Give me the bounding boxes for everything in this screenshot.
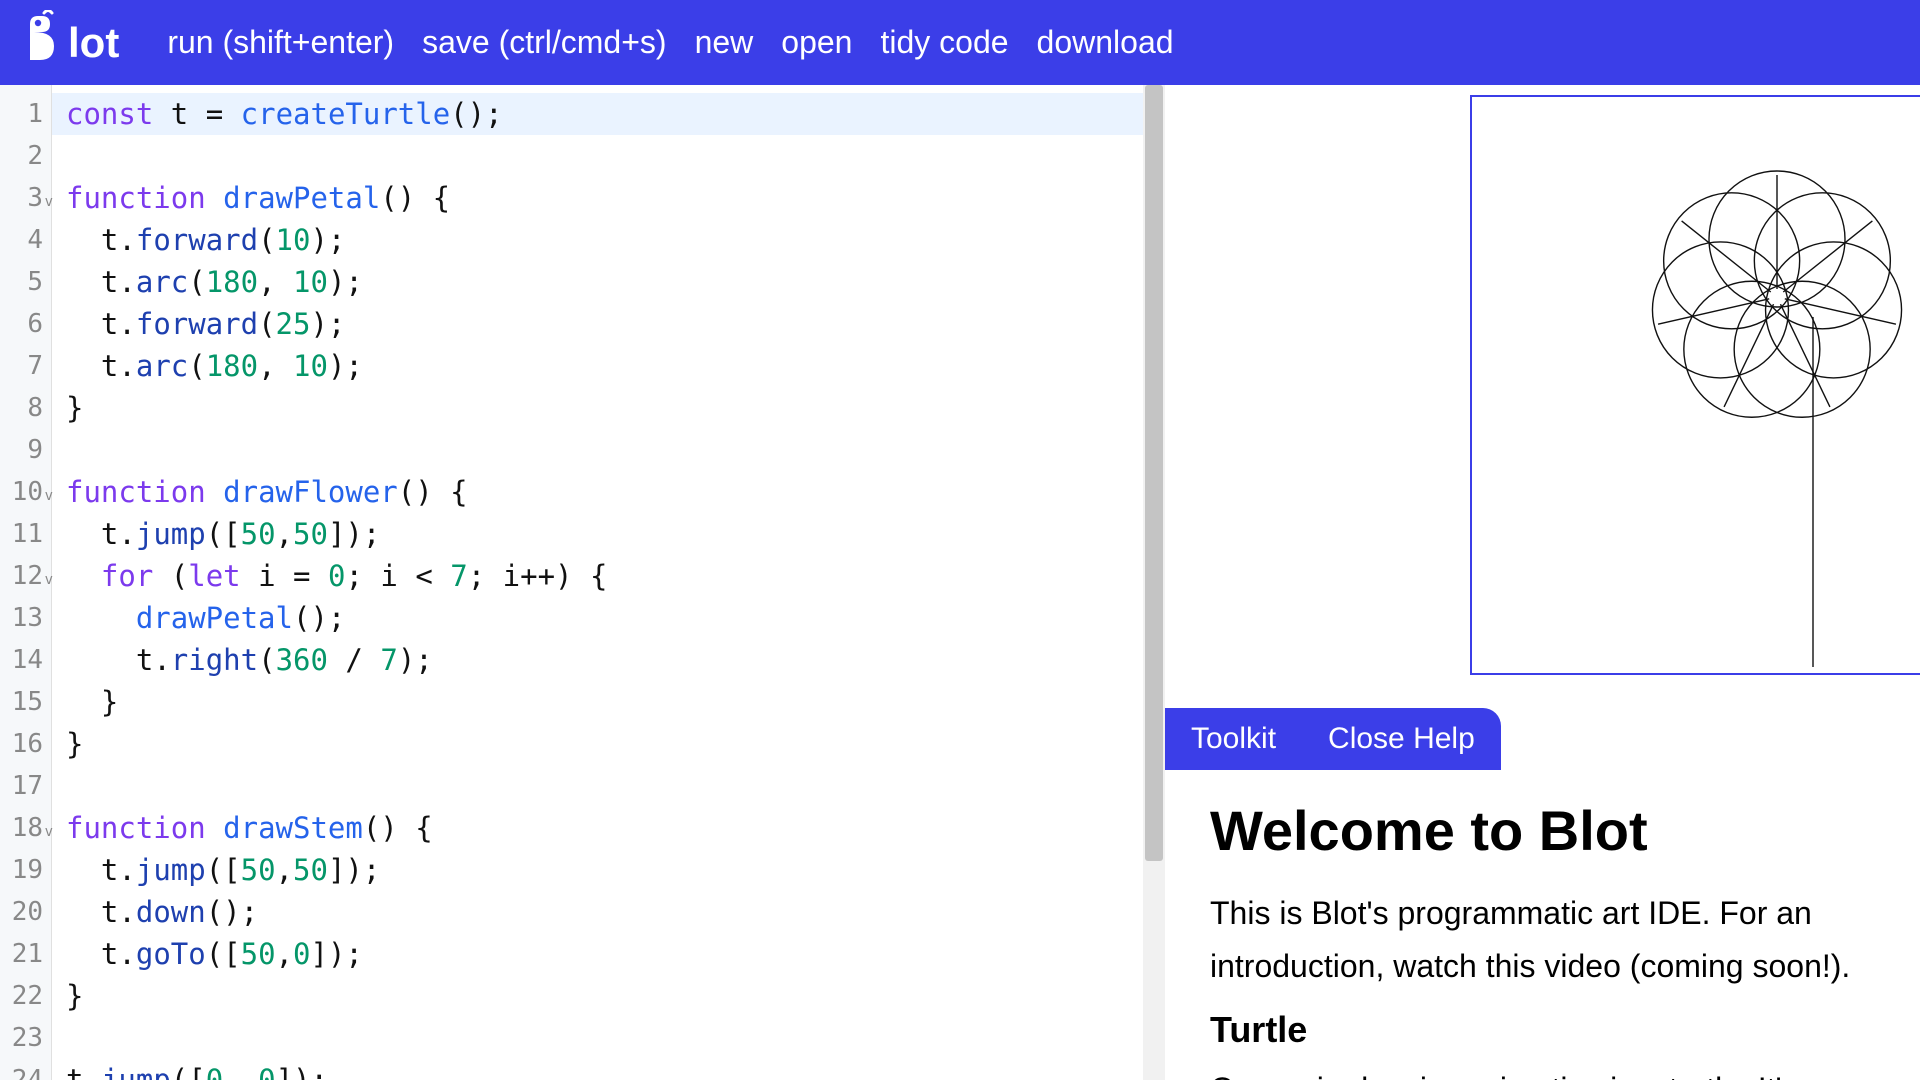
help-panel: Welcome to Blot This is Blot's programma…	[1165, 770, 1920, 1080]
line-number: 18v	[0, 807, 51, 849]
line-number: 15	[0, 681, 51, 723]
code-line[interactable]	[66, 765, 1143, 807]
code-line[interactable]: }	[66, 387, 1143, 429]
fold-icon[interactable]: v	[45, 559, 53, 601]
drawing-canvas[interactable]	[1470, 95, 1920, 675]
line-number: 1	[0, 93, 51, 135]
help-turtle-text: Our main drawing primative is a turtle. …	[1210, 1063, 1875, 1080]
toolkit-tab[interactable]: Toolkit	[1165, 708, 1302, 770]
code-line[interactable]	[66, 429, 1143, 471]
code-line[interactable]: t.jump([50,50]);	[66, 849, 1143, 891]
line-number: 4	[0, 219, 51, 261]
code-line[interactable]: t.goTo([50,0]);	[66, 933, 1143, 975]
close-help-tab[interactable]: Close Help	[1302, 708, 1501, 770]
code-line[interactable]: }	[66, 723, 1143, 765]
code-line[interactable]: for (let i = 0; i < 7; i++) {	[66, 555, 1143, 597]
fold-icon[interactable]: v	[45, 181, 53, 223]
line-number: 10v	[0, 471, 51, 513]
line-number: 6	[0, 303, 51, 345]
code-line[interactable]: t.arc(180, 10);	[66, 345, 1143, 387]
line-number: 23	[0, 1017, 51, 1059]
help-turtle-heading: Turtle	[1210, 1009, 1875, 1051]
code-line[interactable]: }	[66, 681, 1143, 723]
line-number: 24	[0, 1059, 51, 1080]
line-number: 20	[0, 891, 51, 933]
blot-logo-icon	[20, 10, 64, 76]
code-line[interactable]: function drawStem() {	[66, 807, 1143, 849]
flower-drawing	[1597, 157, 1920, 677]
editor-scrollbar[interactable]	[1143, 85, 1165, 1080]
code-line[interactable]: t.arc(180, 10);	[66, 261, 1143, 303]
code-line[interactable]: t.jump([50,50]);	[66, 513, 1143, 555]
code-line[interactable]: t.right(360 / 7);	[66, 639, 1143, 681]
run-button[interactable]: run (shift+enter)	[167, 24, 394, 61]
code-line[interactable]: const t = createTurtle();	[52, 93, 1143, 135]
line-number: 22	[0, 975, 51, 1017]
download-button[interactable]: download	[1037, 24, 1174, 61]
line-number: 14	[0, 639, 51, 681]
tidy-code-button[interactable]: tidy code	[880, 24, 1008, 61]
canvas-area: Toolkit Close Help	[1165, 85, 1920, 770]
line-number: 5	[0, 261, 51, 303]
line-number: 11	[0, 513, 51, 555]
save-button[interactable]: save (ctrl/cmd+s)	[422, 24, 666, 61]
line-number: 12v	[0, 555, 51, 597]
line-number: 2	[0, 135, 51, 177]
help-intro: This is Blot's programmatic art IDE. For…	[1210, 887, 1875, 993]
code-line[interactable]: t.jump([0, 0]);	[66, 1059, 1143, 1080]
line-gutter: 123v45678910v1112v131415161718v192021222…	[0, 85, 52, 1080]
logo-text: lot	[68, 19, 119, 67]
line-number: 19	[0, 849, 51, 891]
code-line[interactable]	[66, 1017, 1143, 1059]
line-number: 17	[0, 765, 51, 807]
right-pane: Toolkit Close Help Welcome to Blot This …	[1165, 85, 1920, 1080]
help-title: Welcome to Blot	[1210, 798, 1875, 863]
editor-pane: 123v45678910v1112v131415161718v192021222…	[0, 85, 1165, 1080]
code-line[interactable]: }	[66, 975, 1143, 1017]
fold-icon[interactable]: v	[45, 811, 53, 853]
line-number: 9	[0, 429, 51, 471]
fold-icon[interactable]: v	[45, 475, 53, 517]
code-line[interactable]: function drawPetal() {	[66, 177, 1143, 219]
line-number: 7	[0, 345, 51, 387]
code-line[interactable]: t.down();	[66, 891, 1143, 933]
logo[interactable]: lot	[20, 10, 119, 76]
new-button[interactable]: new	[695, 24, 754, 61]
help-tabs: Toolkit Close Help	[1165, 708, 1501, 770]
main-area: 123v45678910v1112v131415161718v192021222…	[0, 85, 1920, 1080]
code-line[interactable]: t.forward(10);	[66, 219, 1143, 261]
scrollbar-thumb[interactable]	[1145, 85, 1163, 861]
line-number: 13	[0, 597, 51, 639]
line-number: 21	[0, 933, 51, 975]
code-line[interactable]: drawPetal();	[66, 597, 1143, 639]
code-line[interactable]: function drawFlower() {	[66, 471, 1143, 513]
code-editor[interactable]: const t = createTurtle(); function drawPe…	[52, 85, 1143, 1080]
line-number: 3v	[0, 177, 51, 219]
code-line[interactable]	[66, 135, 1143, 177]
line-number: 8	[0, 387, 51, 429]
code-line[interactable]: t.forward(25);	[66, 303, 1143, 345]
toolbar: lot run (shift+enter) save (ctrl/cmd+s) …	[0, 0, 1920, 85]
open-button[interactable]: open	[781, 24, 852, 61]
line-number: 16	[0, 723, 51, 765]
